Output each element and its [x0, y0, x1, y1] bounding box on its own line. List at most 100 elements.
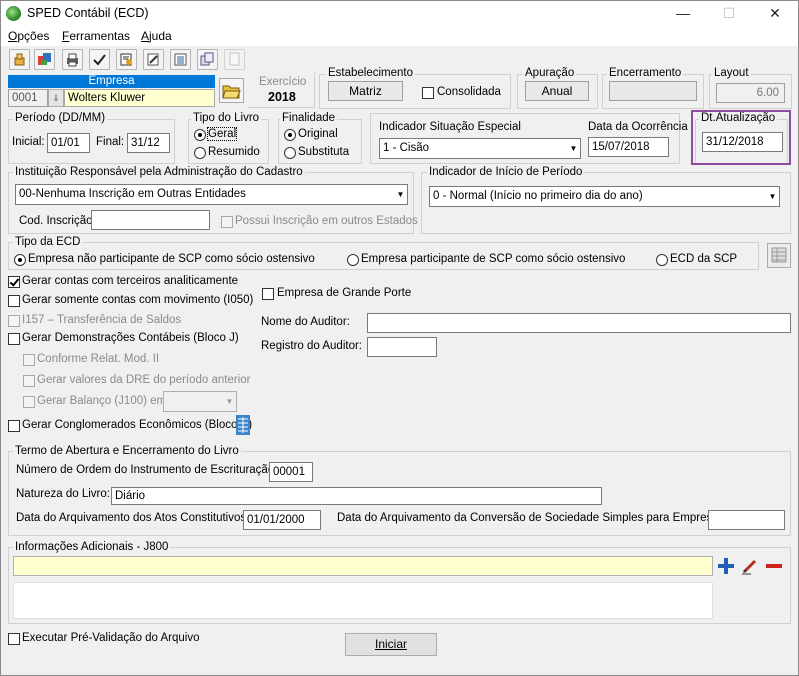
finalidade-original-radio[interactable] [284, 129, 296, 141]
certificate-icon [120, 53, 132, 66]
tipo-ecd-opt3-radio[interactable] [656, 254, 668, 266]
pre-validacao-checkbox[interactable] [8, 633, 20, 645]
empresa-name-field[interactable]: Wolters Kluwer [64, 89, 215, 107]
periodo-final-field[interactable]: 31/12 [127, 133, 170, 153]
encerramento-label: Encerramento [607, 67, 684, 79]
periodo-inicial-field[interactable]: 01/01 [47, 133, 90, 153]
i157-checkbox[interactable] [8, 315, 20, 327]
instituicao-select[interactable]: 00-Nenhuma Inscrição em Outras Entidades… [15, 184, 408, 205]
toolbar-sign-button[interactable] [116, 49, 137, 70]
registro-auditor-field[interactable] [367, 337, 437, 357]
chevron-down-icon: ▼ [396, 190, 405, 199]
toolbar-validate-button[interactable] [89, 49, 110, 70]
toolbar-company-button[interactable] [34, 49, 55, 70]
open-folder-button[interactable] [219, 78, 244, 103]
toolbar-hand-button[interactable] [9, 49, 30, 70]
gerar-conglomerados-checkbox[interactable] [8, 420, 20, 432]
consolidada-checkbox[interactable] [422, 87, 434, 99]
natureza-label: Natureza do Livro: [16, 488, 110, 500]
layout-field[interactable]: 6.00 [716, 83, 785, 103]
registro-auditor-label: Registro do Auditor: [261, 340, 363, 352]
numero-ordem-field[interactable]: 00001 [269, 462, 313, 482]
pencil-icon [742, 559, 757, 575]
iniciar-button[interactable]: Iniciar [345, 633, 437, 656]
conforme-checkbox[interactable] [23, 354, 35, 366]
menu-ajuda[interactable]: Ajuda [141, 29, 172, 43]
tipo-livro-resumido-radio[interactable] [194, 147, 206, 159]
natureza-field[interactable]: Diário [111, 487, 602, 505]
tipo-ecd-opt2-label: Empresa participante de SCP como sócio o… [361, 253, 626, 265]
arquivamento-label: Data do Arquivamento dos Atos Constituti… [16, 512, 250, 524]
minus-icon [766, 564, 782, 568]
conversao-field[interactable] [708, 510, 785, 530]
conforme-label: Conforme Relat. Mod. II [37, 353, 160, 365]
info-input[interactable] [13, 556, 713, 576]
possui-inscricao-label: Possui Inscrição em outros Estados [235, 215, 418, 227]
finalidade-substituta-label: Substituta [298, 146, 350, 158]
cod-inscricao-label: Cod. Inscrição [19, 215, 93, 227]
cod-inscricao-field[interactable] [91, 210, 210, 230]
tipo-ecd-label: Tipo da ECD [13, 236, 83, 248]
arquivamento-field[interactable]: 01/01/2000 [243, 510, 321, 530]
menu-ferramentas[interactable]: Ferramentas [62, 29, 130, 43]
conglomerados-table-button[interactable] [234, 414, 254, 437]
empresa-code-field[interactable]: 0001 [8, 89, 48, 107]
gerar-balanco-select[interactable]: ▼ [163, 391, 237, 412]
toolbar-disabled-button[interactable] [224, 49, 245, 70]
estabelecimento-label: Estabelecimento [326, 67, 416, 79]
gerar-demonstracoes-checkbox[interactable] [8, 333, 20, 345]
apuracao-label: Apuração [523, 67, 577, 79]
periodo-label: Período (DD/MM) [13, 112, 108, 124]
empresa-lookup-button[interactable]: ⇓ [48, 89, 64, 107]
finalidade-substituta-radio[interactable] [284, 147, 296, 159]
gerar-demonstracoes-label: Gerar Demonstrações Contábeis (Bloco J) [22, 332, 239, 344]
encerramento-value[interactable] [609, 81, 697, 101]
indicador-inicio-select[interactable]: 0 - Normal (Início no primeiro dia do an… [429, 186, 780, 207]
spreadsheet-icon [236, 415, 250, 435]
minimize-button[interactable]: — [660, 1, 706, 26]
scp-table-button[interactable] [767, 243, 791, 268]
menu-opcoes[interactable]: Opções [8, 29, 49, 43]
app-icon [6, 6, 21, 21]
gerar-balanco-checkbox[interactable] [23, 396, 35, 408]
tipo-ecd-opt3-label: ECD da SCP [670, 253, 738, 265]
tipo-livro-geral-radio[interactable] [194, 129, 206, 141]
maximize-button[interactable]: ☐ [706, 1, 752, 26]
indicador-situacao-label: Indicador Situação Especial [379, 121, 521, 133]
tipo-ecd-opt2-radio[interactable] [347, 254, 359, 266]
toolbar-copy-button[interactable] [197, 49, 218, 70]
copy-icon [200, 52, 214, 66]
instituicao-label: Instituição Responsável pela Administraç… [13, 166, 305, 178]
chevron-down-icon: ▼ [768, 192, 777, 201]
gerar-movimento-checkbox[interactable] [8, 295, 20, 307]
close-icon: ✕ [769, 5, 781, 21]
apuracao-value[interactable]: Anual [525, 81, 589, 101]
close-button[interactable]: ✕ [752, 1, 798, 26]
data-ocorrencia-field[interactable]: 15/07/2018 [588, 137, 669, 157]
termo-label: Termo de Abertura e Encerramento do Livr… [13, 445, 241, 457]
grande-porte-label: Empresa de Grande Porte [277, 287, 412, 299]
add-info-button[interactable] [716, 556, 736, 576]
tipo-livro-label: Tipo do Livro [191, 112, 262, 124]
toolbar-print-button[interactable] [62, 49, 83, 70]
nome-auditor-field[interactable] [367, 313, 791, 333]
title-bar: SPED Contábil (ECD) — ☐ ✕ [1, 1, 798, 26]
toolbar-report-button[interactable] [170, 49, 191, 70]
gerar-terceiros-checkbox[interactable] [8, 276, 20, 288]
info-list[interactable] [13, 582, 713, 619]
gerar-dre-checkbox[interactable] [23, 375, 35, 387]
indicador-inicio-label: Indicador de Início de Período [427, 166, 585, 178]
tipo-ecd-opt1-radio[interactable] [14, 254, 26, 266]
grande-porte-checkbox[interactable] [262, 288, 274, 300]
edit-info-button[interactable] [740, 556, 760, 576]
consolidada-label: Consolidada [437, 86, 501, 98]
maximize-icon: ☐ [722, 5, 736, 21]
tipo-livro-resumido-label: Resumido [208, 146, 260, 158]
toolbar-edit-button[interactable] [143, 49, 164, 70]
estabelecimento-value[interactable]: Matriz [328, 81, 403, 101]
company-icon [38, 53, 51, 65]
tipo-ecd-opt1-label: Empresa não participante de SCP como sóc… [28, 253, 315, 265]
possui-inscricao-checkbox[interactable] [221, 216, 233, 228]
remove-info-button[interactable] [764, 556, 784, 576]
indicador-situacao-select[interactable]: 1 - Cisão ▼ [379, 138, 581, 159]
